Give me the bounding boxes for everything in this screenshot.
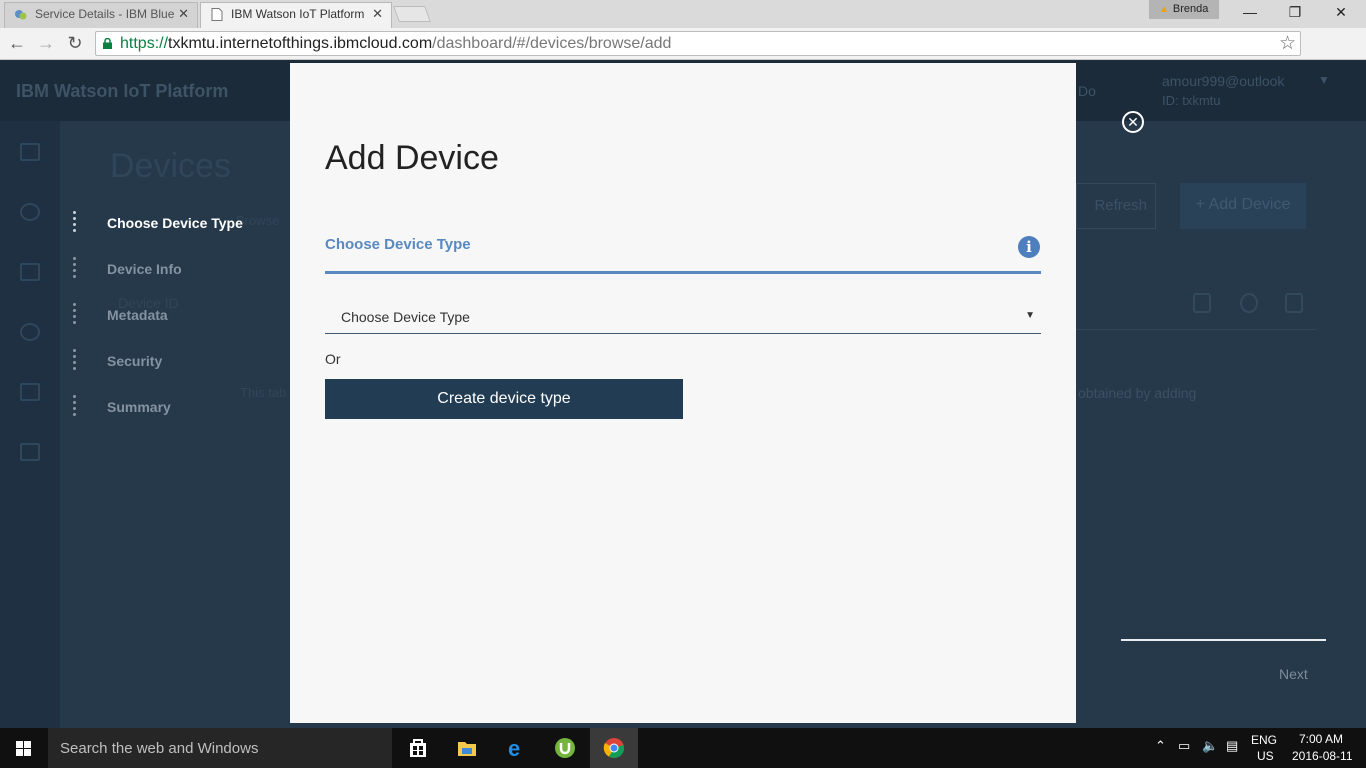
minimize-button[interactable]: — — [1227, 0, 1273, 26]
browser-toolbar: ← → ↻ https://txkmtu.internetofthings.ib… — [0, 28, 1366, 79]
browser-tab-service-details[interactable]: Service Details - IBM Blue ✕ — [4, 2, 198, 28]
taskbar-utorrent[interactable] — [541, 728, 589, 768]
power-icon[interactable]: ▭ — [1178, 738, 1190, 754]
warning-icon: ▲ — [1159, 4, 1169, 15]
table-divider — [1076, 329, 1316, 330]
windows-taskbar: Search the web and Windows e ⌃ ▭ 🔈 ▤ ENG… — [0, 728, 1366, 768]
section-heading: Choose Device Type — [325, 236, 471, 253]
members-icon — [20, 263, 40, 281]
step-dots-icon — [72, 257, 78, 281]
devices-icon — [20, 203, 40, 221]
clock-time[interactable]: 7:00 AM — [1299, 732, 1343, 746]
windows-logo-icon — [16, 741, 32, 756]
url-text: https://txkmtu.internetofthings.ibmcloud… — [120, 35, 672, 52]
close-icon[interactable]: ✕ — [1122, 111, 1144, 133]
brand-name: IBM Watson IoT Platform — [16, 81, 229, 101]
clock-date[interactable]: 2016-08-11 — [1292, 749, 1353, 763]
reload-icon[interactable]: ↻ — [63, 32, 87, 56]
boards-icon — [20, 143, 40, 161]
restore-button[interactable]: ❐ — [1272, 0, 1318, 26]
start-button[interactable] — [0, 728, 48, 768]
user-menu-caret-icon: ▼ — [1318, 73, 1330, 87]
refresh-button: Refresh — [1076, 183, 1156, 229]
forward-arrow-icon[interactable]: → — [34, 32, 58, 56]
background-fragment-left: This tab — [240, 385, 287, 400]
taskbar-store[interactable] — [394, 728, 442, 768]
info-icon[interactable]: i — [1018, 236, 1040, 258]
close-window-button[interactable]: ✕ — [1318, 0, 1364, 26]
org-id: ID: txkmtu — [1162, 93, 1221, 108]
next-progress-line — [1121, 639, 1326, 641]
taskbar-edge[interactable]: e — [492, 728, 540, 768]
section-underline — [325, 271, 1041, 274]
ibm-cloud-favicon-icon — [15, 10, 27, 20]
chrome-icon — [603, 738, 625, 758]
step-dots-icon — [72, 349, 78, 373]
show-hidden-icons-chevron-icon[interactable]: ⌃ — [1155, 738, 1166, 754]
usage-icon — [20, 383, 40, 401]
back-arrow-icon[interactable]: ← — [5, 32, 29, 56]
svg-text:e: e — [508, 737, 520, 759]
user-email: amour999@outlook — [1162, 73, 1285, 89]
create-device-type-button[interactable]: Create device type — [325, 379, 683, 419]
bookmark-star-icon[interactable]: ☆ — [1279, 32, 1296, 55]
header-fragment: Do — [1078, 83, 1096, 99]
browser-tabstrip: Service Details - IBM Blue ✕ IBM Watson … — [0, 0, 1366, 28]
delete-icon — [1285, 293, 1303, 313]
left-nav-rail — [0, 121, 60, 728]
step-dots-icon — [72, 211, 78, 235]
address-bar[interactable]: https://txkmtu.internetofthings.ibmcloud… — [95, 31, 1301, 56]
page-title: Devices — [110, 147, 231, 185]
step-dots-icon — [72, 303, 78, 327]
browser-tab-watson-iot[interactable]: IBM Watson IoT Platform ✕ — [200, 2, 392, 28]
tab-close-icon[interactable]: ✕ — [178, 3, 189, 25]
language-indicator[interactable]: ENG — [1251, 733, 1277, 747]
volume-icon[interactable]: 🔈 — [1202, 738, 1218, 754]
folder-icon — [458, 742, 476, 756]
new-tab-button[interactable] — [393, 6, 431, 22]
or-label: Or — [325, 351, 341, 367]
add-device-button-background: + Add Device — [1180, 183, 1306, 229]
taskbar-file-explorer[interactable] — [443, 728, 491, 768]
tab-title: Service Details - IBM Blue — [35, 7, 175, 21]
select-value: Choose Device Type — [341, 309, 470, 325]
device-type-select[interactable]: Choose Device Type ▼ — [325, 300, 1041, 334]
step-dots-icon — [72, 395, 78, 419]
language-region[interactable]: US — [1257, 749, 1274, 763]
add-device-modal: Add Device Choose Device Type i Choose D… — [290, 63, 1076, 723]
search-icon — [1240, 293, 1258, 313]
page-favicon-icon — [211, 8, 223, 21]
filter-icon — [1193, 293, 1211, 313]
access-icon — [20, 323, 40, 341]
settings-icon — [20, 443, 40, 461]
lock-icon — [103, 38, 112, 49]
taskbar-chrome[interactable] — [590, 728, 638, 768]
modal-title: Add Device — [325, 139, 499, 177]
utorrent-icon — [555, 738, 575, 758]
store-icon — [410, 739, 426, 757]
profile-badge[interactable]: ▲ Brenda — [1149, 0, 1219, 19]
tab-close-icon[interactable]: ✕ — [372, 3, 383, 25]
background-fragment-right: obtained by adding — [1078, 385, 1197, 401]
taskbar-search-box[interactable]: Search the web and Windows — [48, 728, 392, 768]
tab-title: IBM Watson IoT Platform — [231, 7, 365, 21]
edge-icon: e — [508, 737, 520, 759]
chevron-down-icon: ▼ — [1025, 310, 1035, 321]
next-button[interactable]: Next — [1279, 666, 1308, 682]
action-center-icon[interactable]: ▤ — [1226, 738, 1238, 754]
